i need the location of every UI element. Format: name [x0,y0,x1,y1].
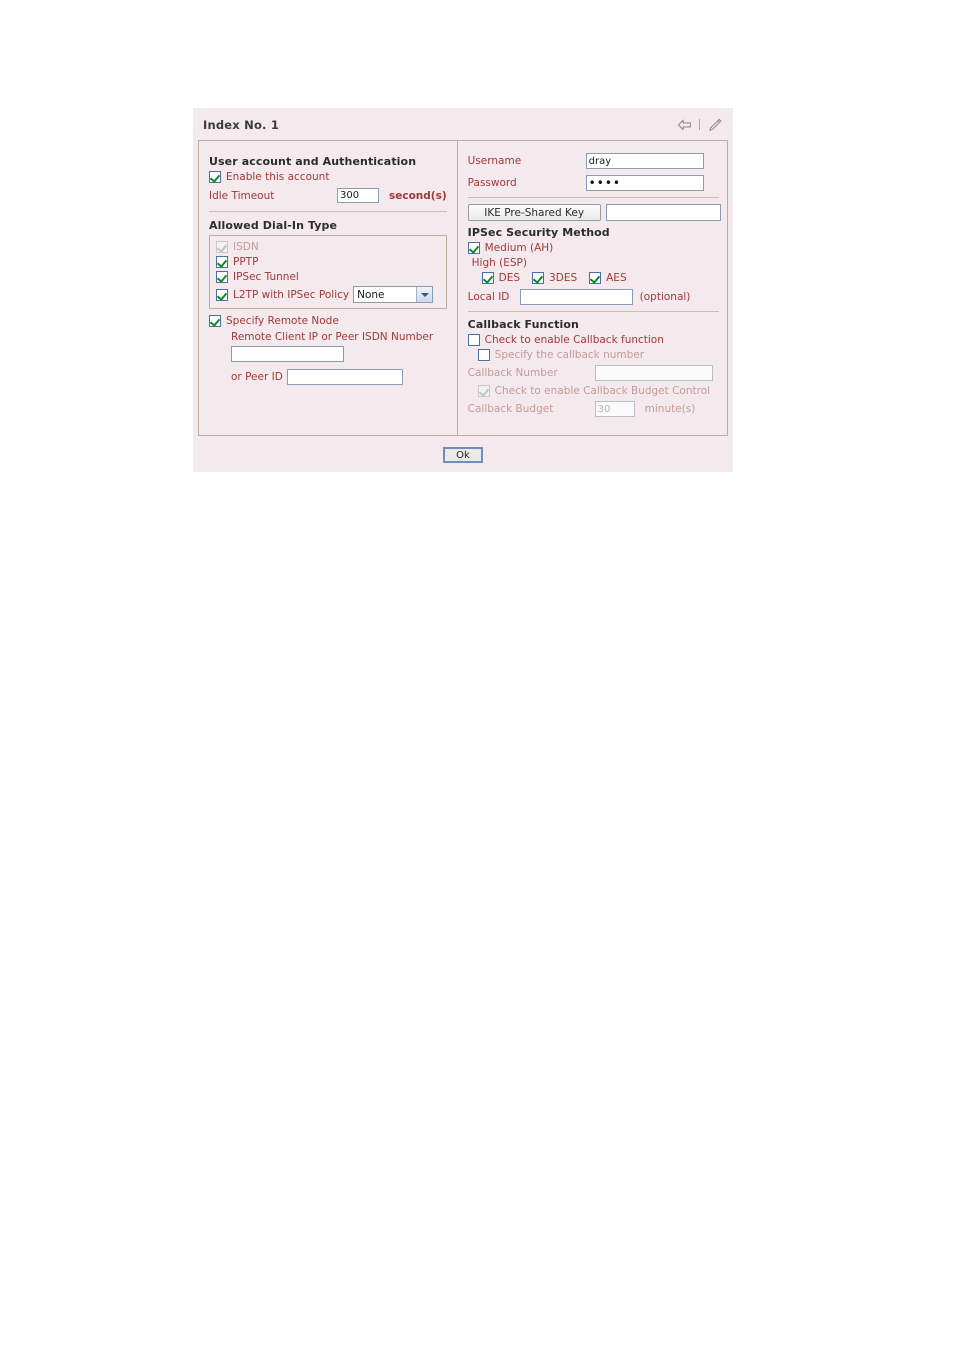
idle-timeout-unit: second(s) [389,189,447,202]
edit-pencil-icon[interactable] [706,117,723,132]
budget-control-label: Check to enable Callback Budget Control [494,385,711,397]
callback-number-label: Callback Number [467,367,558,379]
peer-id-input[interactable] [286,369,403,385]
callback-section-title: Callback Function [467,318,579,331]
dial-in-option-ipsec-tunnel[interactable]: IPSec Tunnel [216,271,440,283]
esp-algorithms-row: DES 3DES AES [481,272,721,284]
dial-in-option-pptp[interactable]: PPTP [216,256,440,268]
password-value: •••• [588,175,621,190]
l2tp-label: L2TP with IPSec Policy [233,288,350,301]
specify-remote-node-row[interactable]: Specify Remote Node [209,315,447,327]
local-id-input[interactable] [519,289,633,305]
back-arrow-icon[interactable] [676,117,693,132]
isdn-label: ISDN [233,241,259,253]
header-icon-group [676,117,723,132]
callback-budget-unit: minute(s) [644,403,696,415]
enable-callback-checkbox[interactable] [467,334,480,346]
chevron-down-icon[interactable] [416,287,433,302]
l2tp-checkbox[interactable] [216,288,228,301]
peer-id-row: or Peer ID [231,369,447,385]
dial-in-options-box: ISDN PPTP IPSec Tunnel L2TP with IPSec P… [209,235,447,309]
callback-budget-row: Callback Budget minute(s) [468,401,721,417]
idle-timeout-row: Idle Timeout second(s) [209,188,447,203]
user-account-section-title: User account and Authentication [209,155,417,168]
enable-callback-label: Check to enable Callback function [484,334,664,346]
isdn-checkbox [216,241,228,253]
medium-ah-label: Medium (AH) [484,242,554,254]
budget-control-checkbox [477,385,490,397]
des-checkbox[interactable] [481,272,494,284]
dial-in-option-l2tp[interactable]: L2TP with IPSec Policy None [216,286,440,303]
enable-account-row[interactable]: Enable this account [209,171,447,183]
callback-budget-label: Callback Budget [467,403,554,415]
right-panel: Username Password •••• IKE Pre-Shared Ke… [458,141,729,435]
username-row: Username [468,153,721,169]
medium-ah-checkbox[interactable] [467,242,480,254]
idle-timeout-label: Idle Timeout [209,189,275,202]
tripledes-checkbox[interactable] [532,272,545,284]
password-input[interactable]: •••• [585,175,704,191]
aes-label: AES [606,272,627,284]
ike-row: IKE Pre-Shared Key [467,204,721,221]
ok-button[interactable]: Ok [443,447,483,463]
idle-timeout-input[interactable] [337,188,379,203]
callback-number-input[interactable] [594,365,713,381]
specify-callback-number-checkbox[interactable] [477,349,490,361]
dial-in-section-title: Allowed Dial-In Type [209,219,338,232]
vpn-profile-dialog: Index No. 1 User account and Authenticat… [193,108,733,472]
username-label: Username [467,155,522,167]
username-input[interactable] [585,153,704,169]
des-label: DES [498,272,521,284]
pptp-checkbox[interactable] [216,256,228,268]
high-esp-label: High (ESP) [471,257,527,269]
password-label: Password [467,177,517,189]
ike-key-input[interactable] [605,204,721,221]
ipsec-section-title: IPSec Security Method [467,226,610,239]
password-row: Password •••• [468,175,721,191]
specify-remote-node-label: Specify Remote Node [226,315,339,327]
remote-client-label: Remote Client IP or Peer ISDN Number [231,331,434,343]
callback-budget-input[interactable] [594,401,635,417]
left-divider [209,211,447,212]
enable-account-label: Enable this account [226,171,330,183]
ipsec-tunnel-checkbox[interactable] [216,271,228,283]
enable-callback-row[interactable]: Check to enable Callback function [467,334,721,346]
specify-remote-node-checkbox[interactable] [209,315,221,327]
enable-account-checkbox[interactable] [209,171,221,183]
budget-control-row[interactable]: Check to enable Callback Budget Control [477,385,721,397]
l2tp-policy-value: None [357,288,385,301]
specify-callback-number-row[interactable]: Specify the callback number [477,349,721,361]
dialog-body: User account and Authentication Enable t… [198,140,728,436]
l2tp-policy-select[interactable]: None [353,286,434,303]
callback-number-row: Callback Number [468,365,721,381]
pptp-label: PPTP [233,256,259,268]
header-divider [699,119,700,130]
peer-id-label: or Peer ID [231,371,283,383]
tripledes-label: 3DES [549,272,578,284]
right-divider-1 [467,197,719,198]
aes-checkbox[interactable] [589,272,602,284]
page-title: Index No. 1 [203,117,280,132]
medium-ah-row[interactable]: Medium (AH) [467,242,721,254]
right-divider-2 [467,311,719,312]
local-id-row: Local ID (optional) [468,289,721,305]
left-panel: User account and Authentication Enable t… [199,141,458,435]
dial-in-option-isdn[interactable]: ISDN [216,241,440,253]
dialog-header: Index No. 1 [193,108,733,141]
high-esp-row: High (ESP) [472,257,721,269]
ike-preshared-key-button[interactable]: IKE Pre-Shared Key [467,204,601,221]
ipsec-tunnel-label: IPSec Tunnel [233,271,299,283]
local-id-label: Local ID [467,291,510,303]
remote-client-input[interactable] [231,346,344,362]
specify-callback-number-label: Specify the callback number [494,349,645,361]
local-id-hint: (optional) [639,291,691,303]
